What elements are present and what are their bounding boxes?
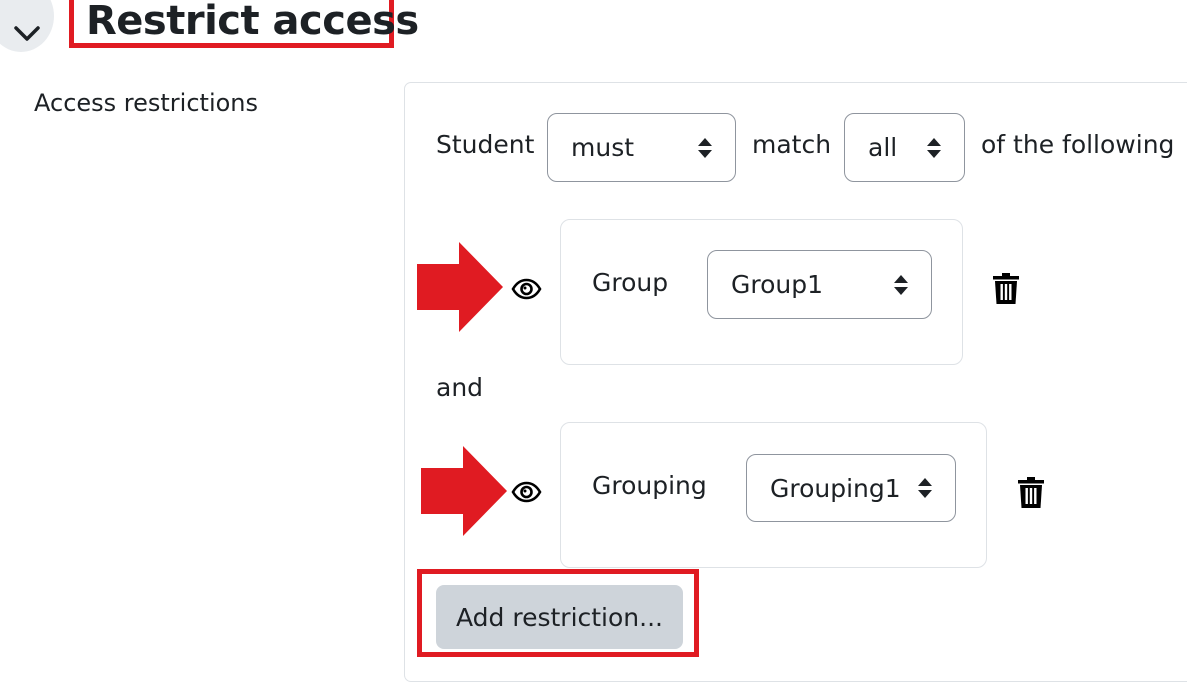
student-label: Student (436, 130, 535, 159)
chevron-down-icon (14, 26, 40, 41)
must-select-value: must (571, 133, 635, 162)
select-caret-icon (894, 274, 908, 295)
grouping-select-value: Grouping1 (770, 473, 901, 503)
must-select[interactable]: must (547, 113, 736, 182)
group-select-value: Group1 (731, 270, 824, 299)
grouping-select[interactable]: Grouping1 (746, 454, 956, 522)
section-title: Restrict access (86, 0, 419, 44)
eye-icon[interactable] (511, 481, 542, 503)
select-caret-icon (918, 478, 932, 498)
arrow-right-annotation (417, 242, 503, 332)
group-select[interactable]: Group1 (707, 250, 932, 319)
collapse-section-button[interactable] (0, 0, 54, 52)
condition-grouping-label: Grouping (592, 471, 707, 500)
trash-icon[interactable] (1018, 477, 1044, 508)
of-the-following-label: of the following (981, 130, 1175, 159)
all-select[interactable]: all (844, 113, 965, 182)
all-select-value: all (868, 133, 898, 162)
access-restrictions-label: Access restrictions (34, 89, 259, 117)
and-connector-label: and (436, 373, 484, 402)
arrow-right-annotation (421, 446, 507, 536)
select-caret-icon (927, 137, 941, 158)
condition-group-label: Group (592, 268, 669, 297)
trash-icon[interactable] (993, 273, 1019, 304)
add-restriction-button[interactable]: Add restriction... (436, 585, 683, 649)
select-caret-icon (698, 137, 712, 158)
match-label: match (752, 130, 832, 159)
eye-icon[interactable] (511, 278, 542, 300)
